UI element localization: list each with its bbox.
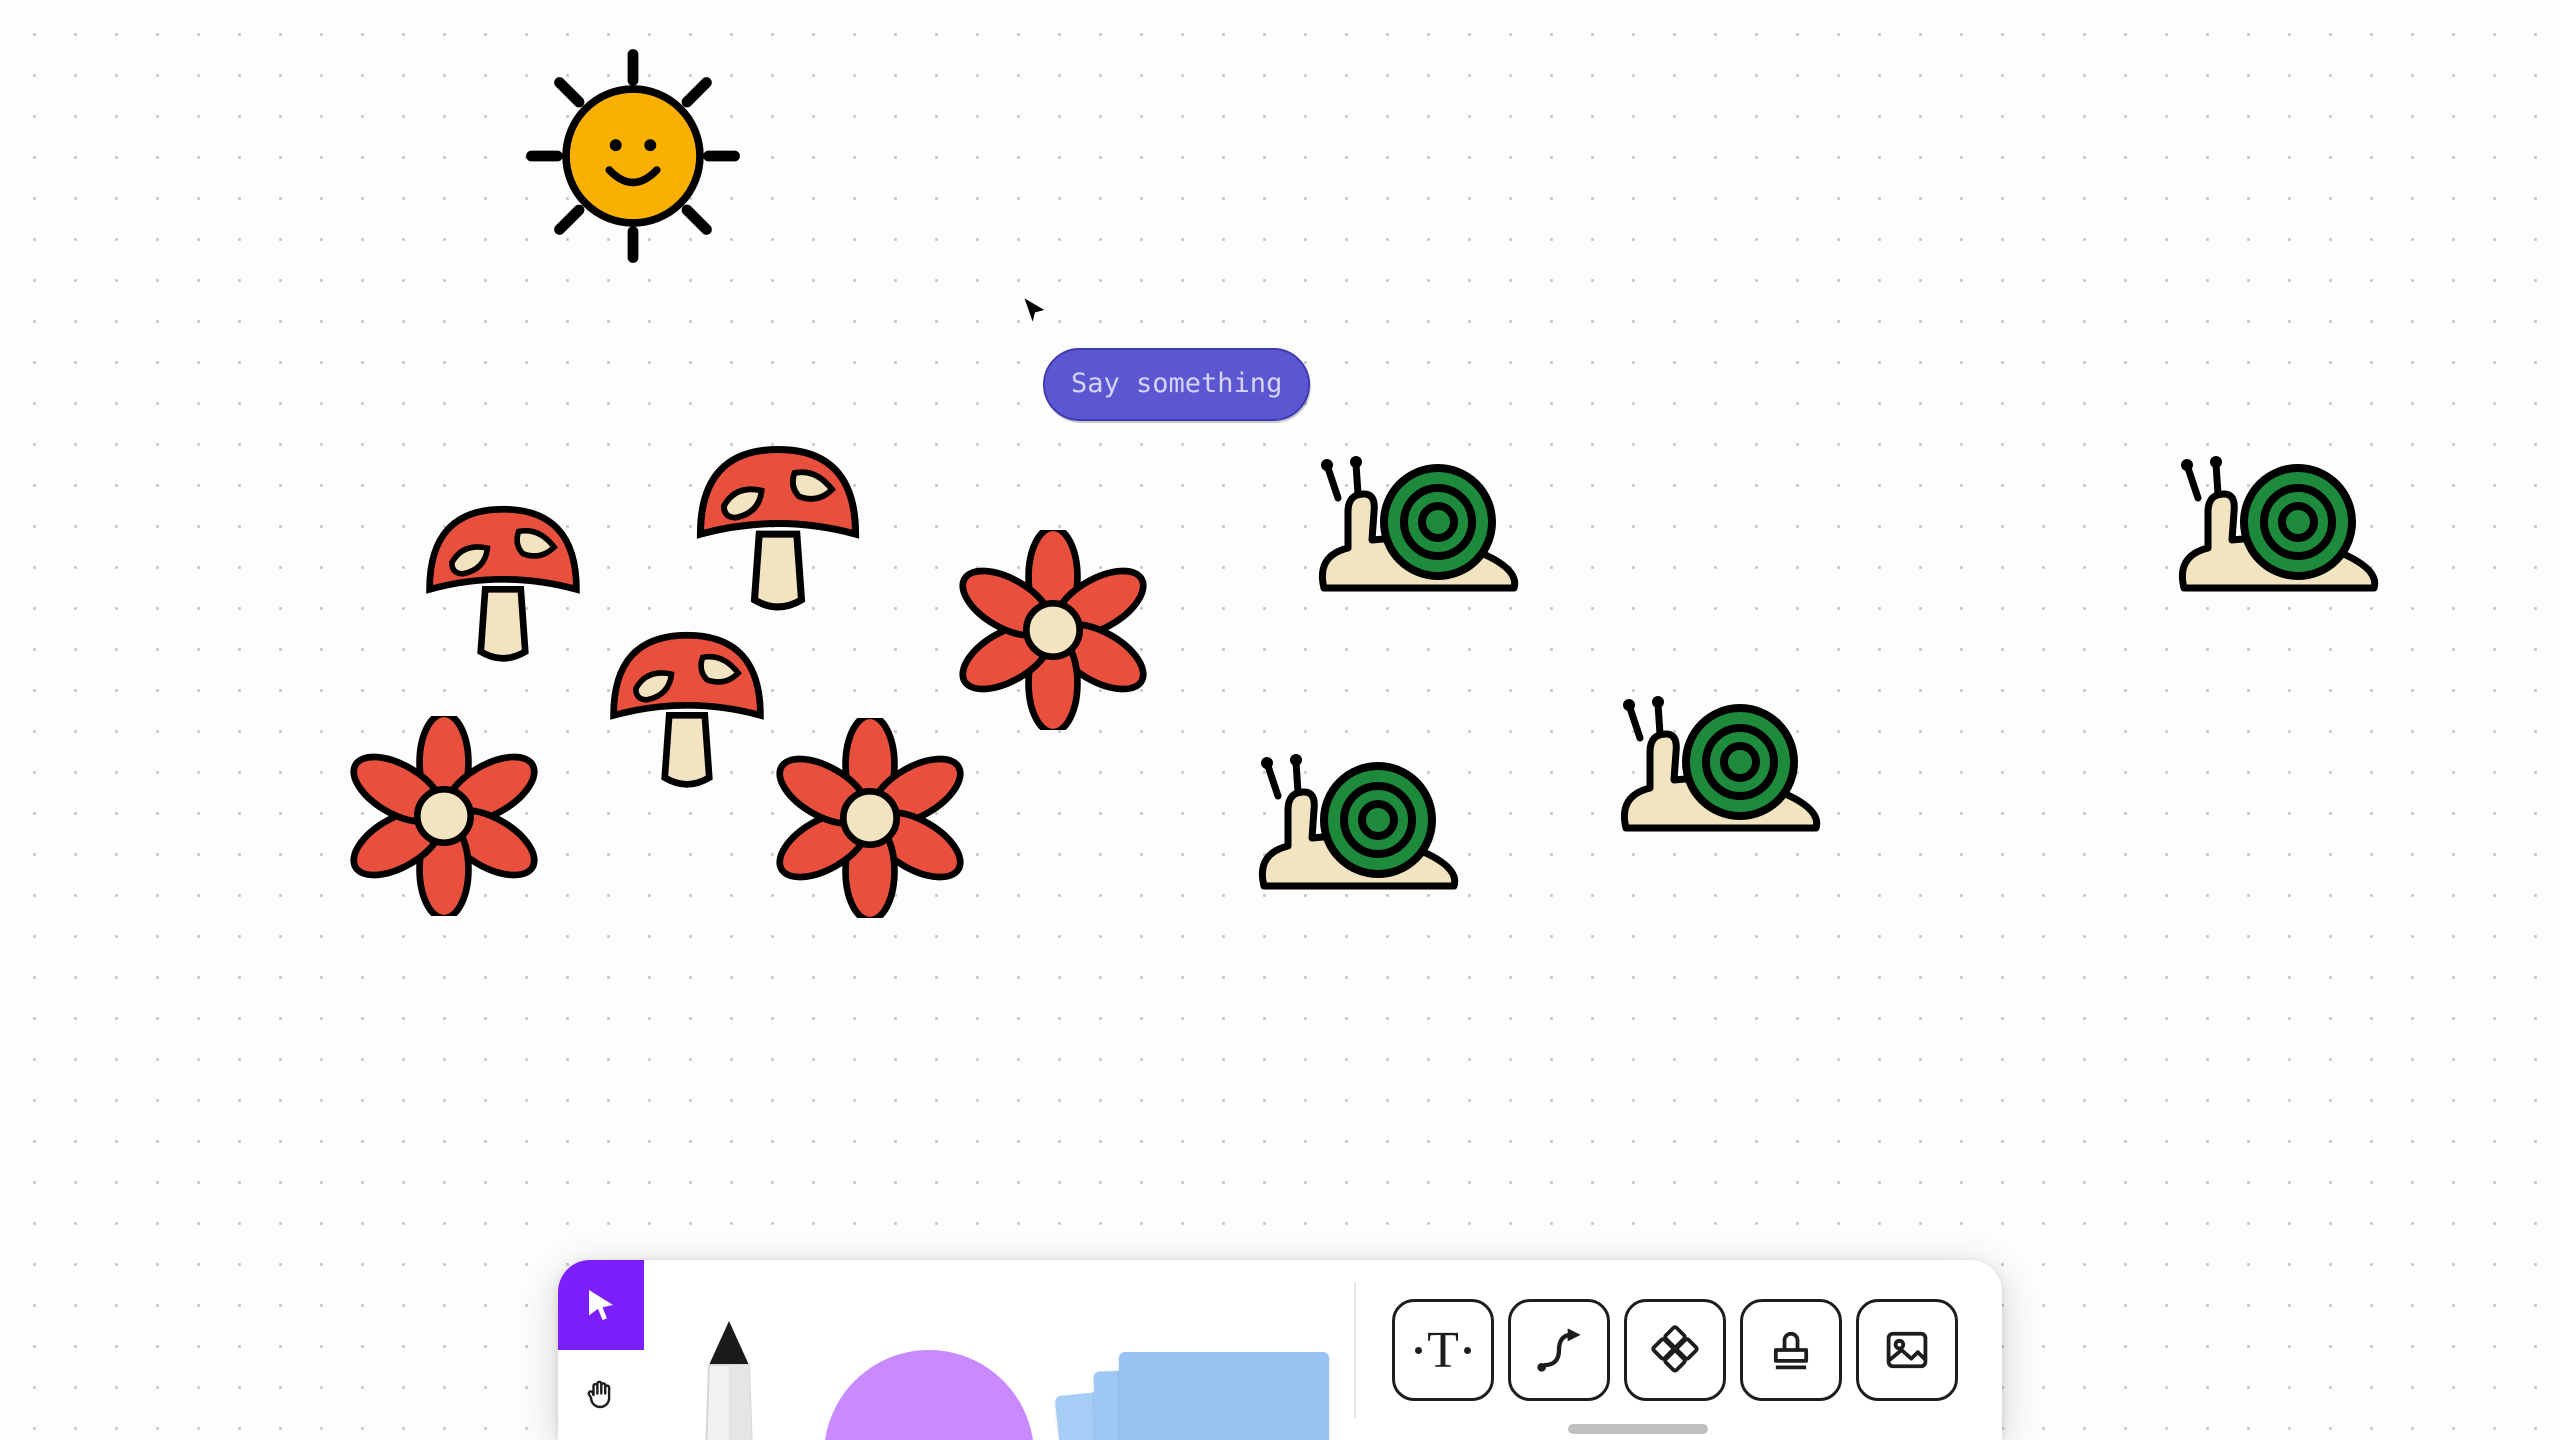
hand-move-icon: [583, 1377, 619, 1413]
toolbar-icon-group: T: [1356, 1260, 2002, 1440]
snail-icon: [2174, 440, 2384, 610]
image-icon: [1881, 1324, 1933, 1376]
flower-icon: [770, 718, 970, 918]
pen-tool-icon: [699, 1321, 759, 1440]
image-tool-button[interactable]: [1856, 1299, 1958, 1401]
widgets-icon: [1649, 1324, 1701, 1376]
snail-icon: [1314, 440, 1524, 610]
mushroom-icon: [598, 613, 776, 791]
circle-shape-icon: [824, 1350, 1034, 1440]
mushroom-sticker[interactable]: [598, 613, 776, 791]
mushroom-icon: [414, 487, 592, 665]
mushroom-sticker[interactable]: [684, 426, 872, 614]
toolbar-select-column: [558, 1260, 644, 1440]
text-tool-button[interactable]: T: [1392, 1299, 1494, 1401]
flower-sticker[interactable]: [953, 530, 1153, 730]
flower-sticker[interactable]: [344, 716, 544, 916]
text-tool-icon: T: [1415, 1321, 1471, 1380]
shape-tool-button[interactable]: [814, 1260, 1044, 1440]
toolbar: T: [558, 1260, 2002, 1440]
snail-sticker[interactable]: [2174, 440, 2384, 610]
snail-sticker[interactable]: [1314, 440, 1524, 610]
snail-icon: [1254, 738, 1464, 908]
stamp-tool-button[interactable]: [1740, 1299, 1842, 1401]
cursor-chat-input[interactable]: Say something: [1043, 348, 1310, 421]
snail-icon: [1616, 680, 1826, 850]
snail-sticker[interactable]: [1254, 738, 1464, 908]
widgets-tool-button[interactable]: [1624, 1299, 1726, 1401]
sun-sticker[interactable]: [525, 48, 741, 264]
cursor-chat-bubble[interactable]: Say something: [1043, 348, 1310, 421]
mushroom-icon: [684, 426, 872, 614]
stamp-icon: [1765, 1324, 1817, 1376]
hand-tool-button[interactable]: [558, 1350, 644, 1440]
mushroom-sticker[interactable]: [414, 487, 592, 665]
connector-tool-button[interactable]: [1508, 1299, 1610, 1401]
sticky-note-icon: [1069, 1350, 1329, 1440]
flower-sticker[interactable]: [770, 718, 970, 918]
pen-tool-button[interactable]: [644, 1260, 814, 1440]
cursor-arrow-icon: [1021, 296, 1049, 328]
sticky-note-tool-button[interactable]: [1044, 1260, 1354, 1440]
flower-icon: [953, 530, 1153, 730]
snail-sticker[interactable]: [1616, 680, 1826, 850]
flower-icon: [344, 716, 544, 916]
sun-icon: [525, 48, 741, 264]
connector-icon: [1533, 1324, 1585, 1376]
select-arrow-icon: [583, 1287, 619, 1323]
horizontal-scrollbar-thumb[interactable]: [1568, 1424, 1708, 1434]
select-tool-button[interactable]: [558, 1260, 644, 1350]
